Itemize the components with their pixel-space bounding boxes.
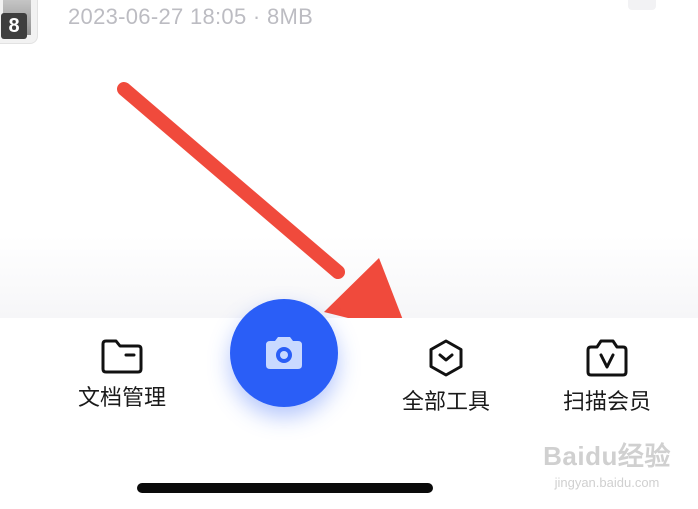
camera-scan-button[interactable] <box>230 299 338 407</box>
tab-scan-vip[interactable]: 扫描会员 <box>545 338 669 416</box>
tools-hexagon-icon <box>429 339 463 377</box>
folder-icon <box>101 339 143 374</box>
tab-all-tools[interactable]: 全部工具 <box>384 338 508 416</box>
tab-scan-vip-label: 扫描会员 <box>562 389 651 414</box>
vip-camera-icon <box>586 339 628 377</box>
home-indicator <box>137 483 433 493</box>
bottom-tab-bar: 文档管理 全部工具 扫描会员 <box>0 318 698 509</box>
camera-icon <box>266 337 302 369</box>
tab-document-management-label: 文档管理 <box>77 385 166 410</box>
tab-all-tools-label: 全部工具 <box>401 389 490 414</box>
tab-document-management[interactable]: 文档管理 <box>60 338 184 412</box>
